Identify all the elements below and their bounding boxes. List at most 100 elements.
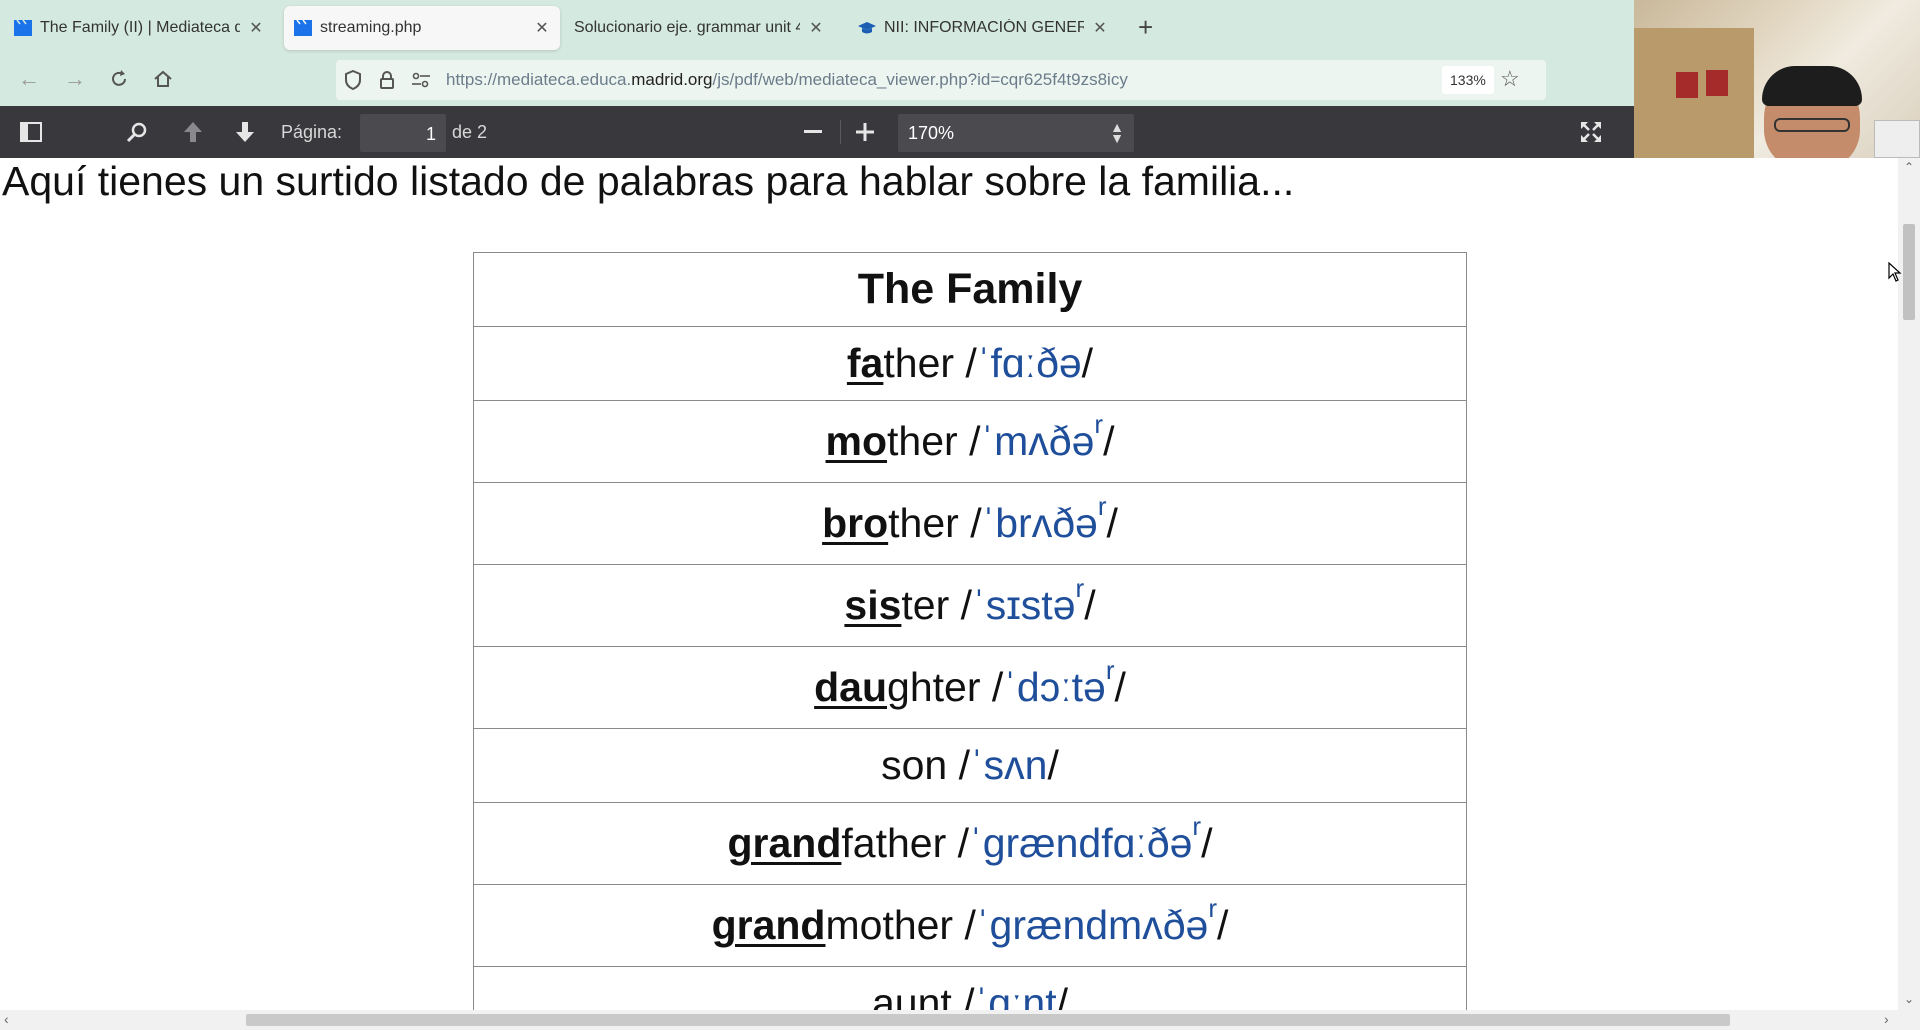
word-rest: ther [888,500,959,546]
table-row: son /ˈsʌn/ [473,728,1467,803]
new-tab-button[interactable]: + [1138,12,1153,43]
previous-page-button[interactable] [178,118,208,146]
tab-family[interactable]: The Family (II) | Mediateca de E ✕ [4,6,274,50]
scroll-up-arrow-icon[interactable]: ⌃ [1902,160,1916,174]
shield-icon[interactable] [342,69,364,91]
tab-streaming[interactable]: streaming.php ✕ [284,6,560,50]
slash-close: / [1103,418,1115,464]
slash-open: / [947,742,971,788]
phonetic-transcription: ˈdɔːtər [1003,657,1114,710]
permissions-icon[interactable] [410,69,432,91]
toolbar-separator [840,120,841,144]
reload-icon [112,70,126,86]
table-row: daughter /ˈdɔːtər/ [473,646,1467,729]
zoom-select-value: 170% [908,123,955,143]
ipa-main: ˈgrændmʌðə [975,902,1209,948]
ipa-main: ˈbrʌðə [981,500,1098,546]
forward-button[interactable]: → [60,64,90,94]
presentation-mode-button[interactable] [1576,118,1606,146]
home-button[interactable] [148,64,178,94]
intro-text: Aquí tienes un surtido listado de palabr… [2,158,1295,204]
lock-icon[interactable] [376,69,398,91]
minus-icon [804,130,822,133]
scroll-down-arrow-icon[interactable]: ⌄ [1902,992,1916,1006]
page-total: de 2 [452,122,488,142]
family-vocabulary-table: The Family father /ˈfɑːðə/mother /ˈmʌðər… [473,252,1467,1010]
stressed-syllable: fa [846,340,884,386]
phonetic-transcription: ˈfɑːðə [977,340,1082,386]
word-rest: aunt [871,980,952,1010]
mouse-cursor-icon [1888,262,1902,282]
vocabulary-cell: son /ˈsʌn/ [473,728,1467,803]
zoom-select[interactable]: 170% ▲ ▼ [898,114,1134,152]
sidebar-toggle-button[interactable] [16,118,46,146]
table-title: The Family [473,252,1467,327]
slash-open: / [958,500,982,546]
vertical-scroll-thumb[interactable] [1903,224,1915,320]
horizontal-scrollbar[interactable]: ‹ › [0,1010,1920,1030]
tab-title: NII: INFORMACIÓN GENERAL S [884,19,1084,36]
close-icon[interactable]: ✕ [1092,18,1108,38]
table-header-row: The Family [473,252,1467,327]
close-icon[interactable]: ✕ [248,18,264,38]
vocabulary-cell: aunt /ˈɑːnt/ [473,966,1467,1010]
arrow-up-icon [184,122,202,142]
clapperboard-icon [14,20,32,36]
zoom-in-button[interactable] [850,118,880,146]
phonetic-transcription: ˈmʌðər [980,411,1103,464]
phonetic-transcription: ˈɑːnt [975,980,1057,1010]
zoom-level-badge[interactable]: 133% [1442,66,1494,94]
vocabulary-cell: grandfather /ˈgrændfɑːðər/ [473,802,1467,885]
slash-close: / [1201,820,1213,866]
tab-solucionario[interactable]: Solucionario eje. grammar unit 4.pd ✕ [564,6,834,50]
tab-title: Solucionario eje. grammar unit 4.pd [574,19,800,36]
bookmark-star-icon[interactable]: ☆ [1500,66,1520,92]
slash-close: / [1047,742,1059,788]
ipa-superscript: r [1192,811,1202,841]
close-icon[interactable]: ✕ [534,18,550,38]
webcam-poster [1706,70,1728,96]
vocabulary-cell: brother /ˈbrʌðər/ [473,482,1467,565]
url-text[interactable]: https://mediateca.educa.madrid.org/js/pd… [446,70,1128,90]
vocabulary-cell: father /ˈfɑːðə/ [473,326,1467,401]
ipa-main: ˈsɪstə [972,582,1076,628]
pdf-toolbar: Página: 1 de 2 170% ▲ ▼ [0,106,1634,158]
stressed-syllable: grand [727,820,842,866]
ipa-superscript: r [1075,573,1085,603]
word-rest: ther [887,418,958,464]
tab-informacion[interactable]: NII: INFORMACIÓN GENERAL S ✕ [848,6,1118,50]
stressed-syllable: dau [814,664,888,710]
ipa-main: ˈgrændfɑːðə [969,820,1193,866]
scroll-left-arrow-icon[interactable]: ‹ [4,1011,9,1027]
slash-open: / [946,820,970,866]
plus-icon [856,123,874,141]
word-rest: ghter [887,664,981,710]
scroll-right-arrow-icon[interactable]: › [1884,1011,1889,1027]
url-bar[interactable]: https://mediateca.educa.madrid.org/js/pd… [336,60,1546,100]
fullscreen-icon [1581,122,1601,142]
vocabulary-cell: daughter /ˈdɔːtər/ [473,646,1467,729]
page-label: Página: [281,122,343,142]
slash-close: / [1114,664,1126,710]
table-row: mother /ˈmʌðər/ [473,400,1467,483]
word-rest: mother [825,902,954,948]
close-icon[interactable]: ✕ [808,18,824,38]
ipa-main: ˈsʌn [970,742,1048,788]
find-button[interactable] [122,118,152,146]
pdf-viewport[interactable]: Aquí tienes un surtido listado de palabr… [0,158,1898,1010]
webcam-shelf [1874,120,1920,158]
page-number-input[interactable]: 1 [360,114,446,152]
zoom-out-button[interactable] [798,118,828,146]
vertical-scrollbar[interactable]: ⌃ ⌄ [1898,158,1920,1010]
horizontal-scroll-thumb[interactable] [246,1014,1730,1026]
search-icon [126,122,147,143]
reload-button[interactable] [104,64,134,94]
slash-open: / [953,902,976,948]
vocabulary-cell: mother /ˈmʌðər/ [473,400,1467,483]
table-row: grandmother /ˈgrændmʌðər/ [473,884,1467,967]
back-button[interactable]: ← [14,64,44,94]
webcam-poster [1676,72,1698,98]
slash-open: / [949,582,973,628]
next-page-button[interactable] [230,118,260,146]
ipa-superscript: r [1208,893,1217,923]
